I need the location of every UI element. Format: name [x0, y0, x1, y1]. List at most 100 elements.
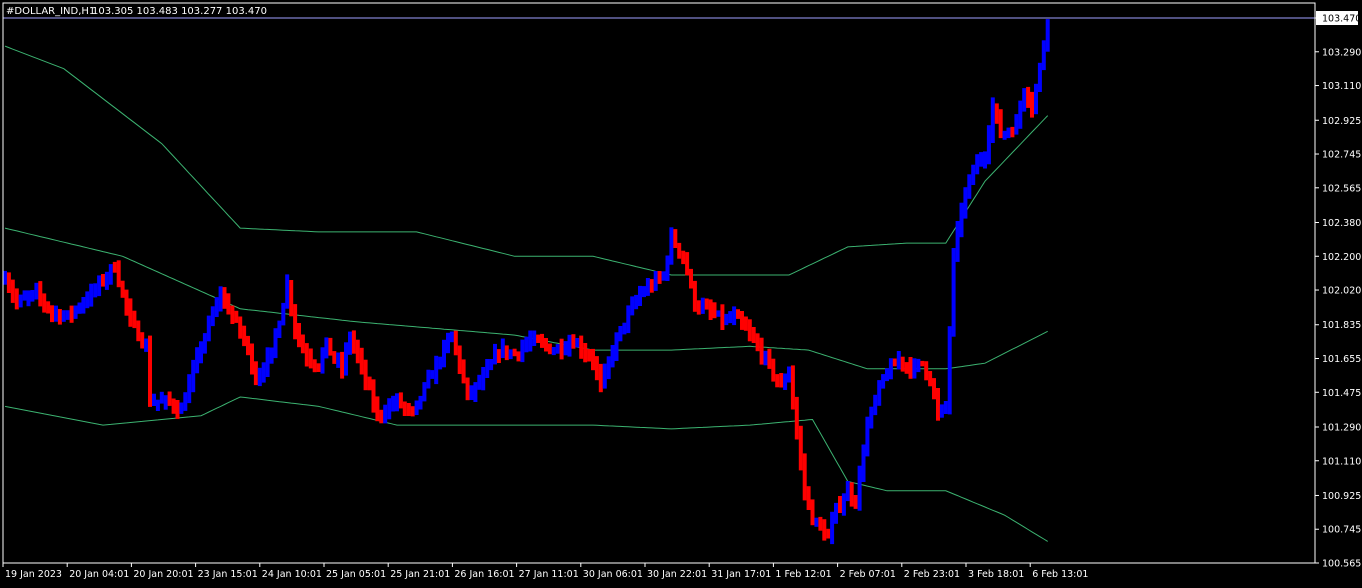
y-tick-label: 101.655 [1322, 354, 1361, 365]
price-bar [238, 316, 243, 339]
price-bar [594, 356, 599, 381]
price-bar [700, 297, 705, 314]
y-tick-label: 100.745 [1322, 525, 1361, 536]
price-bar [908, 357, 913, 379]
chart-canvas[interactable]: 103.470 103.290 103.110 102.925 102.745 102.5… [0, 0, 1362, 584]
price-bar [446, 332, 450, 354]
price-bar [167, 391, 172, 406]
price-bar [508, 349, 513, 360]
price-bar [975, 154, 980, 175]
chart-background [0, 0, 1362, 584]
price-bar [630, 296, 635, 316]
y-tick-label: 103.290 [1322, 47, 1361, 58]
price-bar [395, 393, 399, 412]
price-bar [689, 268, 693, 289]
price-bar [277, 320, 282, 338]
price-bar [512, 348, 517, 357]
price-bar [653, 271, 658, 291]
price-bar [191, 359, 196, 393]
price-bar [410, 406, 415, 417]
price-bar [1018, 100, 1023, 129]
price-bar [242, 325, 247, 347]
x-tick-label: 2 Feb 23:01 [904, 569, 960, 580]
price-bar [402, 401, 407, 416]
price-bar [434, 355, 439, 385]
price-bar [724, 313, 729, 326]
price-bar [983, 151, 987, 169]
x-tick-label: 31 Jan 17:01 [711, 569, 771, 580]
price-bar [387, 398, 392, 420]
price-bar [222, 287, 227, 309]
price-bar [516, 351, 521, 362]
price-bar [928, 371, 933, 387]
price-bar [540, 333, 544, 348]
price-bar [97, 275, 102, 297]
price-bar [857, 465, 862, 511]
price-bar [794, 396, 799, 440]
price-bar [379, 409, 384, 424]
price-bar [128, 298, 133, 327]
x-tick-label: 26 Jan 16:01 [454, 569, 514, 580]
price-bar [234, 310, 239, 323]
price-bar [34, 282, 39, 300]
y-tick-label: 103.470 [1322, 14, 1361, 25]
price-bar [340, 351, 345, 379]
price-bar [187, 374, 192, 404]
price-bar [308, 348, 313, 369]
price-bar [93, 283, 98, 298]
ohlc-values: 103.305 103.483 103.277 103.470 [92, 6, 267, 17]
y-tick-label: 101.475 [1322, 388, 1361, 399]
price-bar [300, 334, 305, 354]
price-bar [755, 333, 760, 352]
price-bar [712, 302, 717, 319]
price-bar [563, 341, 568, 356]
price-bar [818, 516, 823, 531]
x-tick-label: 19 Jan 2023 [5, 569, 62, 580]
price-bar [257, 367, 262, 387]
y-tick-label: 102.020 [1322, 286, 1361, 297]
price-bar [1002, 130, 1007, 140]
price-bar [10, 279, 15, 303]
price-bar [967, 174, 972, 199]
price-bar [18, 294, 23, 308]
price-bar [493, 343, 497, 365]
price-bar [642, 286, 646, 298]
x-tick-label: 23 Jan 15:01 [198, 569, 258, 580]
price-bar [367, 376, 372, 391]
price-bar [634, 294, 639, 310]
price-bar [528, 330, 533, 352]
price-bar [320, 347, 325, 374]
price-bar [571, 334, 576, 349]
price-bar [575, 338, 580, 348]
price-bar [591, 348, 595, 371]
price-bar [1026, 86, 1031, 108]
price-bar [414, 400, 419, 415]
y-tick-label: 102.745 [1322, 150, 1361, 161]
price-bar [3, 270, 7, 285]
price-bar [250, 343, 254, 375]
price-bar [622, 322, 627, 335]
price-bar [230, 305, 235, 324]
price-bar [477, 374, 482, 390]
price-bar [453, 330, 458, 356]
price-bar [861, 444, 866, 482]
price-bar [598, 363, 603, 393]
y-tick-label: 102.925 [1322, 116, 1361, 127]
price-bar [38, 281, 43, 307]
price-bar [661, 271, 666, 281]
price-bar [696, 300, 701, 315]
price-bar [587, 349, 592, 362]
price-bar [853, 495, 858, 509]
x-tick-label: 20 Jan 04:01 [69, 569, 129, 580]
price-bar [30, 290, 35, 302]
price-bar [536, 334, 541, 343]
price-chart[interactable]: 103.470 103.290 103.110 102.925 102.745 102.5… [0, 0, 1362, 584]
price-bar [583, 343, 588, 363]
price-bar [645, 278, 650, 296]
x-tick-label: 2 Feb 07:01 [840, 569, 896, 580]
price-bar [363, 359, 368, 391]
price-bar [544, 338, 548, 352]
x-tick-label: 30 Jan 06:01 [583, 569, 643, 580]
price-bar [939, 404, 944, 418]
price-bar [802, 453, 807, 501]
